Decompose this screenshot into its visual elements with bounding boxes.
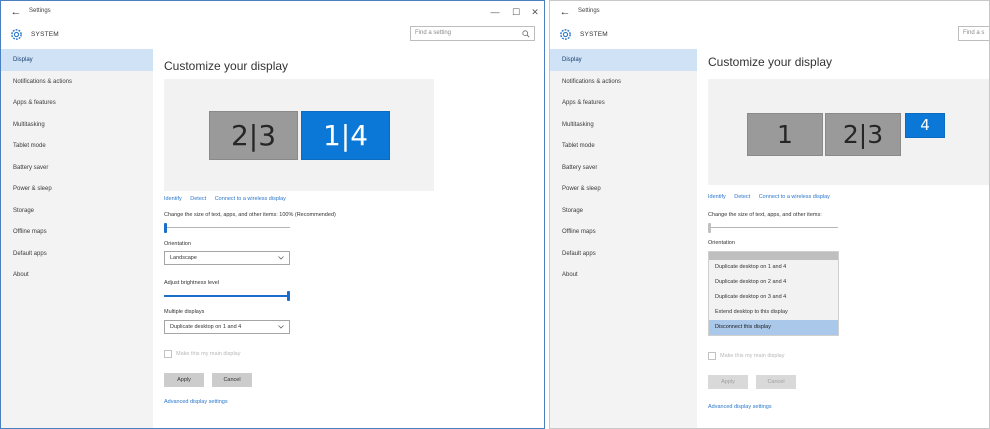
window-title: Settings bbox=[29, 8, 51, 14]
dropdown-option[interactable]: Duplicate desktop on 2 and 4 bbox=[709, 275, 838, 290]
brightness-slider-thumb[interactable] bbox=[287, 291, 290, 301]
multiple-displays-value: Duplicate desktop on 1 and 4 bbox=[170, 324, 242, 330]
close-button[interactable]: ✕ bbox=[525, 4, 544, 20]
back-arrow-icon[interactable]: ← bbox=[558, 5, 572, 19]
sidebar-nav: Display Notifications & actions Apps & f… bbox=[550, 49, 697, 428]
sidebar-item-battery-saver[interactable]: Battery saver bbox=[1, 157, 153, 179]
sidebar-item-about[interactable]: About bbox=[1, 264, 153, 286]
gear-icon bbox=[11, 29, 22, 40]
monitor-1[interactable]: 1 bbox=[747, 113, 823, 156]
advanced-display-link[interactable]: Advanced display settings bbox=[708, 404, 772, 410]
sidebar-item-tablet-mode[interactable]: Tablet mode bbox=[550, 135, 697, 157]
window-title: Settings bbox=[578, 8, 600, 14]
monitor-2-3[interactable]: 2|3 bbox=[825, 113, 901, 156]
sidebar-item-offline-maps[interactable]: Offline maps bbox=[1, 221, 153, 243]
scale-slider-thumb[interactable] bbox=[164, 223, 167, 233]
search-placeholder: Find a setting bbox=[415, 30, 452, 36]
identify-link[interactable]: Identify bbox=[164, 196, 182, 202]
system-header: SYSTEM Find a setting bbox=[1, 25, 544, 45]
sidebar-item-power-sleep[interactable]: Power & sleep bbox=[550, 178, 697, 200]
apply-button[interactable]: Apply bbox=[708, 375, 748, 389]
advanced-display-link[interactable]: Advanced display settings bbox=[164, 399, 228, 405]
title-bar: ← Settings bbox=[550, 1, 989, 23]
sidebar-item-notifications[interactable]: Notifications & actions bbox=[1, 71, 153, 93]
dropdown-option[interactable]: Duplicate desktop on 1 and 4 bbox=[709, 260, 838, 275]
wireless-display-link[interactable]: Connect to a wireless display bbox=[759, 194, 830, 200]
scale-label: Change the size of text, apps, and other… bbox=[708, 212, 822, 218]
sidebar-item-display[interactable]: Display bbox=[1, 49, 153, 71]
system-title: SYSTEM bbox=[31, 31, 59, 38]
monitor-4[interactable]: 4 bbox=[905, 113, 945, 138]
display-settings-panel: Customize your display 1 2|3 4 Identify … bbox=[697, 49, 989, 428]
system-header: SYSTEM Find a s bbox=[550, 25, 989, 45]
orientation-select[interactable]: Landscape bbox=[164, 251, 290, 265]
cancel-button[interactable]: Cancel bbox=[212, 373, 252, 387]
maximize-button[interactable]: ☐ bbox=[506, 4, 526, 20]
orientation-value: Landscape bbox=[170, 255, 197, 261]
sidebar-item-apps[interactable]: Apps & features bbox=[550, 92, 697, 114]
multiple-displays-select[interactable]: Duplicate desktop on 1 and 4 bbox=[164, 320, 290, 334]
scale-slider[interactable] bbox=[708, 223, 838, 233]
settings-window-right: ← Settings SYSTEM Find a s Display Notif… bbox=[549, 0, 990, 429]
display-arrangement: 1 2|3 4 bbox=[708, 79, 989, 185]
sidebar-item-battery-saver[interactable]: Battery saver bbox=[550, 157, 697, 179]
monitor-2-3[interactable]: 2|3 bbox=[209, 111, 298, 160]
cancel-button[interactable]: Cancel bbox=[756, 375, 796, 389]
sidebar-item-default-apps[interactable]: Default apps bbox=[1, 243, 153, 265]
sidebar-item-storage[interactable]: Storage bbox=[1, 200, 153, 222]
scale-slider-thumb[interactable] bbox=[708, 223, 711, 233]
system-title: SYSTEM bbox=[580, 31, 608, 38]
sidebar-item-multitasking[interactable]: Multitasking bbox=[550, 114, 697, 136]
search-input[interactable]: Find a s bbox=[958, 26, 989, 41]
sidebar-item-about[interactable]: About bbox=[550, 264, 697, 286]
main-display-checkbox[interactable] bbox=[708, 352, 716, 360]
scale-label: Change the size of text, apps, and other… bbox=[164, 212, 336, 218]
detect-link[interactable]: Detect bbox=[190, 196, 206, 202]
sidebar-item-offline-maps[interactable]: Offline maps bbox=[550, 221, 697, 243]
page-title: Customize your display bbox=[708, 55, 833, 69]
sidebar-item-power-sleep[interactable]: Power & sleep bbox=[1, 178, 153, 200]
sidebar-item-notifications[interactable]: Notifications & actions bbox=[550, 71, 697, 93]
search-input[interactable]: Find a setting bbox=[410, 26, 535, 41]
apply-button[interactable]: Apply bbox=[164, 373, 204, 387]
sidebar-item-storage[interactable]: Storage bbox=[550, 200, 697, 222]
orientation-label: Orientation bbox=[708, 240, 735, 246]
sidebar-nav: Display Notifications & actions Apps & f… bbox=[1, 49, 153, 428]
chevron-down-icon bbox=[278, 325, 284, 329]
identify-link[interactable]: Identify bbox=[708, 194, 726, 200]
title-bar: ← Settings — ☐ ✕ bbox=[1, 1, 544, 23]
minimize-button[interactable]: — bbox=[485, 4, 505, 20]
search-icon bbox=[522, 30, 530, 38]
dropdown-option[interactable]: Extend desktop to this display bbox=[709, 305, 838, 320]
display-links: Identify Detect Connect to a wireless di… bbox=[164, 196, 293, 202]
display-links: Identify Detect Connect to a wireless di… bbox=[708, 194, 837, 200]
sidebar-item-tablet-mode[interactable]: Tablet mode bbox=[1, 135, 153, 157]
sidebar-item-default-apps[interactable]: Default apps bbox=[550, 243, 697, 265]
chevron-down-icon bbox=[278, 256, 284, 260]
scale-slider[interactable] bbox=[164, 223, 290, 233]
main-display-checkbox[interactable] bbox=[164, 350, 172, 358]
display-settings-panel: Customize your display 2|3 1|4 Identify … bbox=[153, 49, 544, 428]
monitor-1-4[interactable]: 1|4 bbox=[301, 111, 390, 160]
multiple-displays-label: Multiple displays bbox=[164, 309, 205, 315]
sidebar-item-display[interactable]: Display bbox=[550, 49, 697, 71]
back-arrow-icon[interactable]: ← bbox=[9, 5, 23, 19]
orientation-label: Orientation bbox=[164, 241, 191, 247]
detect-link[interactable]: Detect bbox=[734, 194, 750, 200]
page-title: Customize your display bbox=[164, 59, 289, 73]
wireless-display-link[interactable]: Connect to a wireless display bbox=[215, 196, 286, 202]
gear-icon bbox=[560, 29, 571, 40]
multiple-displays-dropdown: Duplicate desktop on 1 and 4 Duplicate d… bbox=[708, 251, 839, 336]
dropdown-option-highlighted[interactable]: Disconnect this display bbox=[709, 320, 838, 335]
sidebar-item-multitasking[interactable]: Multitasking bbox=[1, 114, 153, 136]
main-display-label: Make this my main display bbox=[176, 351, 241, 357]
display-arrangement: 2|3 1|4 bbox=[164, 79, 434, 191]
search-placeholder: Find a s bbox=[963, 30, 985, 36]
main-display-label: Make this my main display bbox=[720, 353, 785, 359]
settings-window-left: ← Settings — ☐ ✕ SYSTEM Find a setting D… bbox=[0, 0, 545, 429]
dropdown-option[interactable]: Duplicate desktop on 3 and 4 bbox=[709, 290, 838, 305]
sidebar-item-apps[interactable]: Apps & features bbox=[1, 92, 153, 114]
brightness-slider[interactable] bbox=[164, 291, 290, 301]
brightness-label: Adjust brightness level bbox=[164, 280, 220, 286]
